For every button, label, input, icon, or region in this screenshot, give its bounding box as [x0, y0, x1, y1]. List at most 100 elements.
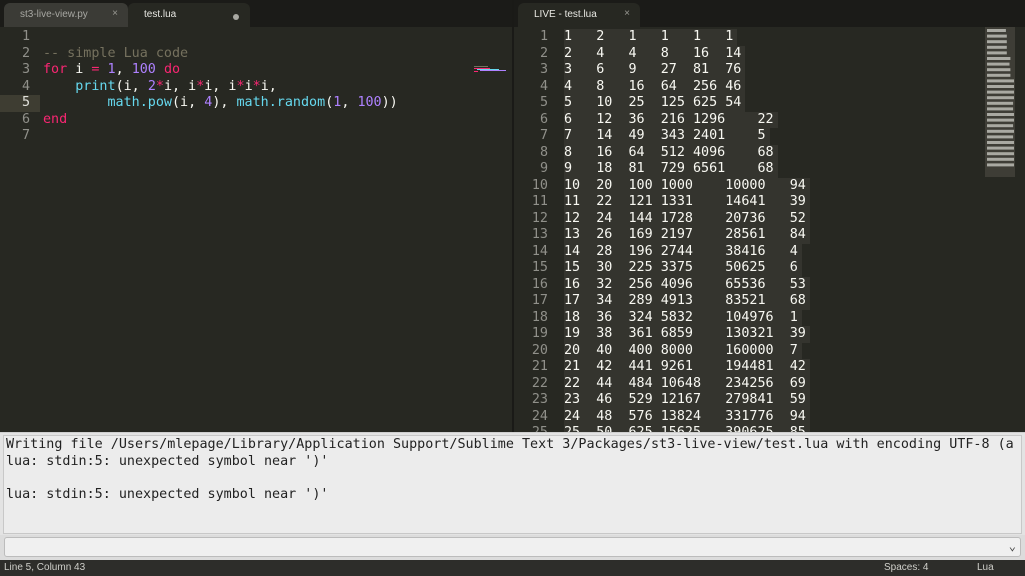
minimap-line [987, 51, 1007, 55]
minimap-line [987, 68, 1011, 72]
code-line[interactable]: math.pow(i, 4), math.random(1, 100)) [43, 95, 398, 112]
status-bar: Line 5, Column 43 Spaces: 4 Lua [0, 560, 1025, 576]
output-line: 21 21 42 441 9261 194481 42 [514, 359, 984, 376]
code-token: -- simple Lua code [43, 45, 189, 61]
tab-st3-live-view-py[interactable]: st3-live-view.py × [4, 3, 128, 27]
minimap[interactable] [985, 27, 1015, 177]
left-tab-bar: st3-live-view.py × test.lua [0, 0, 512, 27]
line-number: 6 [21, 111, 30, 127]
input-bar: ⌄ [0, 535, 1025, 560]
output-text: 13 26 169 2197 28561 84 [564, 227, 810, 244]
code-line[interactable]: print(i, 2*i, i*i, i*i*i, [43, 79, 277, 96]
console-line: lua: stdin:5: unexpected symbol near ')' [6, 453, 329, 469]
minimap-line [987, 101, 1014, 105]
output-text: 9 18 81 729 6561 68 [564, 161, 778, 178]
output-line: 23 23 46 529 12167 279841 59 [514, 392, 984, 409]
code-line[interactable]: -- simple Lua code [43, 46, 188, 63]
minimap-line [987, 118, 1014, 122]
output-line: 18 18 36 324 5832 104976 1 [514, 309, 984, 326]
output-text: 18 36 324 5832 104976 1 [564, 309, 802, 326]
output-text: 24 48 576 13824 331776 94 [564, 408, 810, 425]
line-number: 24 [531, 408, 548, 424]
chevron-down-icon[interactable]: ⌄ [1009, 539, 1016, 553]
output-line: 5 5 10 25 125 625 54 [514, 95, 984, 112]
output-text: 10 20 100 1000 10000 94 [564, 177, 810, 194]
output-text: 25 50 625 15625 390625 85 [564, 425, 810, 432]
output-text: 15 30 225 3375 50625 6 [564, 260, 802, 277]
syntax-selector[interactable]: Lua [977, 562, 994, 573]
output-line: 8 8 16 64 512 4096 68 [514, 144, 984, 161]
console-output[interactable]: Writing file /Users/mlepage/Library/Appl… [3, 435, 1022, 534]
tab-label: LIVE - test.lua [534, 9, 597, 20]
minimap-line [987, 113, 1014, 116]
minimap[interactable] [474, 57, 506, 72]
output-text: 7 14 49 343 2401 5 [564, 128, 770, 145]
close-icon[interactable]: × [112, 8, 118, 19]
console-panel: Writing file /Users/mlepage/Library/Appl… [0, 432, 1025, 535]
output-text: 14 28 196 2744 38416 4 [564, 243, 802, 260]
output-text: 16 32 256 4096 65536 53 [564, 276, 810, 293]
code-token: )) [381, 95, 398, 110]
tab-label: st3-live-view.py [20, 9, 88, 20]
cursor-position: Line 5, Column 43 [4, 562, 86, 573]
line-number: 9 [539, 161, 548, 176]
code-line[interactable]: for i = 1, 100 do [43, 62, 180, 79]
code-token: , [115, 62, 132, 77]
output-text: 3 6 9 27 81 76 [564, 62, 746, 79]
minimap-line [987, 163, 1014, 167]
tab-live-test-lua[interactable]: LIVE - test.lua × [518, 3, 640, 27]
code-token: do [163, 62, 181, 77]
line-number: 22 [531, 375, 548, 391]
minimap-line [987, 90, 1014, 94]
minimap-line [987, 79, 1014, 83]
line-number: 11 [531, 194, 548, 209]
code-token: math.random [236, 95, 326, 110]
code-token: 1 [107, 62, 116, 77]
line-number: 21 [531, 359, 548, 374]
live-output-pane[interactable]: 1 1 2 1 1 1 1 2 2 4 4 8 16 14 3 3 6 9 27 81 7… [514, 27, 1025, 432]
output-text: 6 12 36 216 1296 22 [564, 111, 778, 128]
line-number: 7 [21, 128, 30, 143]
output-text: 21 42 441 9261 194481 42 [564, 359, 810, 376]
output-line: 24 24 48 576 13824 331776 94 [514, 408, 984, 425]
console-line: lua: stdin:5: unexpected symbol near ')' [6, 486, 329, 502]
line-number: 5 [539, 95, 548, 110]
close-icon[interactable]: × [624, 8, 630, 19]
line-number: 4 [21, 78, 30, 94]
line-number: 6 [539, 111, 548, 127]
code-token: (i, [172, 95, 205, 110]
unsaved-dot-icon[interactable] [233, 14, 239, 20]
minimap-line [987, 62, 1010, 66]
code-line[interactable]: end [43, 112, 67, 129]
console-input[interactable]: ⌄ [4, 537, 1021, 557]
output-line: 19 19 38 361 6859 130321 39 [514, 326, 984, 343]
minimap-line [987, 73, 1011, 77]
code-token: 100 [357, 95, 382, 110]
minimap-line [987, 157, 1014, 161]
minimap-graphic [987, 29, 1014, 167]
line-number: 20 [531, 342, 548, 358]
output-text: 22 44 484 10648 234256 69 [564, 375, 810, 392]
code-token: * [252, 78, 261, 94]
tab-test-lua[interactable]: test.lua [128, 3, 250, 27]
code-token: end [43, 111, 68, 127]
line-number: 18 [531, 309, 548, 325]
minimap-line [987, 152, 1014, 156]
output-line: 22 22 44 484 10648 234256 69 [514, 375, 984, 392]
output-line: 20 20 40 400 8000 160000 7 [514, 342, 984, 359]
output-line: 1 1 2 1 1 1 1 [514, 29, 984, 46]
output-text: 11 22 121 1331 14641 39 [564, 194, 810, 211]
minimap-line [987, 96, 1014, 100]
output-text: 12 24 144 1728 20736 52 [564, 210, 810, 227]
editor-pane[interactable]: 1 2 -- simple Lua code 3 for i = 1, 100 do 4 … [0, 27, 512, 432]
line-number: 15 [531, 260, 548, 275]
indentation-setting[interactable]: Spaces: 4 [884, 562, 928, 573]
code-token: print [75, 78, 116, 94]
line-number: 1 [539, 29, 548, 44]
line-number: 4 [539, 78, 548, 94]
line-number: 2 [21, 45, 30, 61]
minimap-line [987, 146, 1014, 150]
